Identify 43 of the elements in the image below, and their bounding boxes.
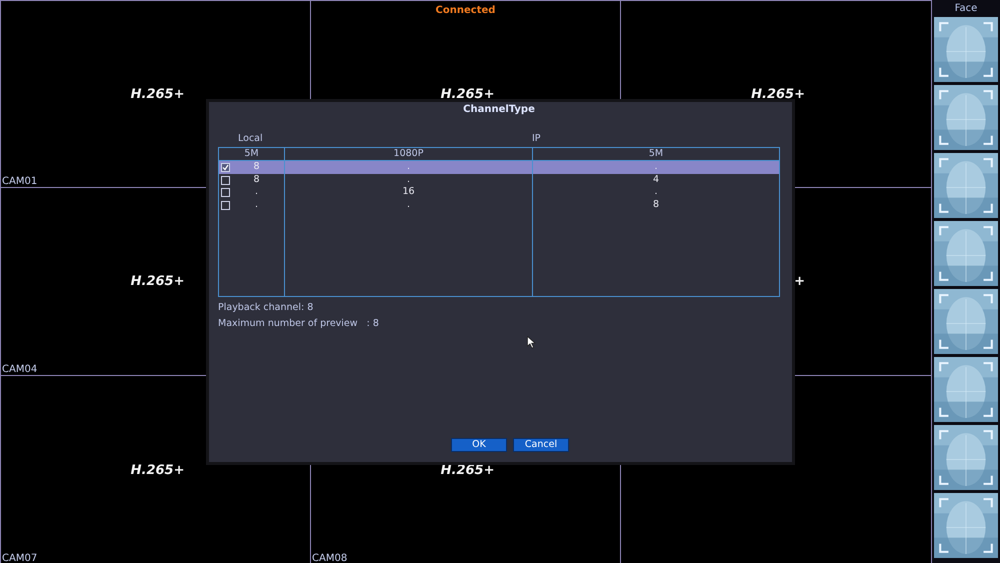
codec-label: H.265+ [130,86,184,102]
table-cell: 8 [219,161,285,174]
table-cell: . [285,174,533,186]
table-cell-text: . [653,161,659,174]
ok-button[interactable]: OK [451,438,507,452]
column-group-header: Local [238,133,263,144]
table-cell-text: . [653,186,659,198]
table-cell: . [285,198,533,211]
cursor-icon [527,336,536,349]
column-header: 5M [219,148,285,160]
column-group-header: IP [532,133,541,144]
column-header: 5M [648,148,664,160]
codec-label: H.265+ [750,86,805,102]
dialog-title: ChannelType [462,104,536,117]
codec-label: H.265+ [130,274,184,289]
table-cell: . [219,186,285,198]
table-cell: 8 [219,174,285,186]
table-cell-text: 8 [652,198,660,211]
table-row[interactable]: . 16 . [219,186,779,198]
camera-label: CAM07 [2,553,38,563]
camera-label: CAM04 [2,364,38,375]
panel-title: Face [954,2,978,16]
column-header: 1080P [285,148,533,160]
checkbox[interactable] [221,188,230,197]
codec-label: H.265+ [440,462,494,478]
table-cell: . [285,161,533,174]
checkbox[interactable] [221,176,230,184]
info-text: Maximum number of preview : 8 [218,318,380,329]
codec-label: + [793,274,805,289]
table-cell-text: 4 [652,174,660,186]
camera-label: CAM08 [312,553,348,563]
cancel-button[interactable]: Cancel [513,438,569,452]
checkbox[interactable] [221,200,230,210]
table-row[interactable]: . . 8 [219,198,779,211]
connection-status: Connected [434,5,496,16]
table-row[interactable]: 8 . 4 [219,174,779,186]
codec-label: H.265+ [440,86,494,102]
camera-label: CAM01 [2,176,38,187]
table-cell: 16 [285,186,533,198]
table-cell: . [219,198,285,211]
checkbox[interactable] [221,163,230,172]
info-text: Playback channel: 8 [218,302,314,313]
codec-label: H.265+ [130,462,184,478]
